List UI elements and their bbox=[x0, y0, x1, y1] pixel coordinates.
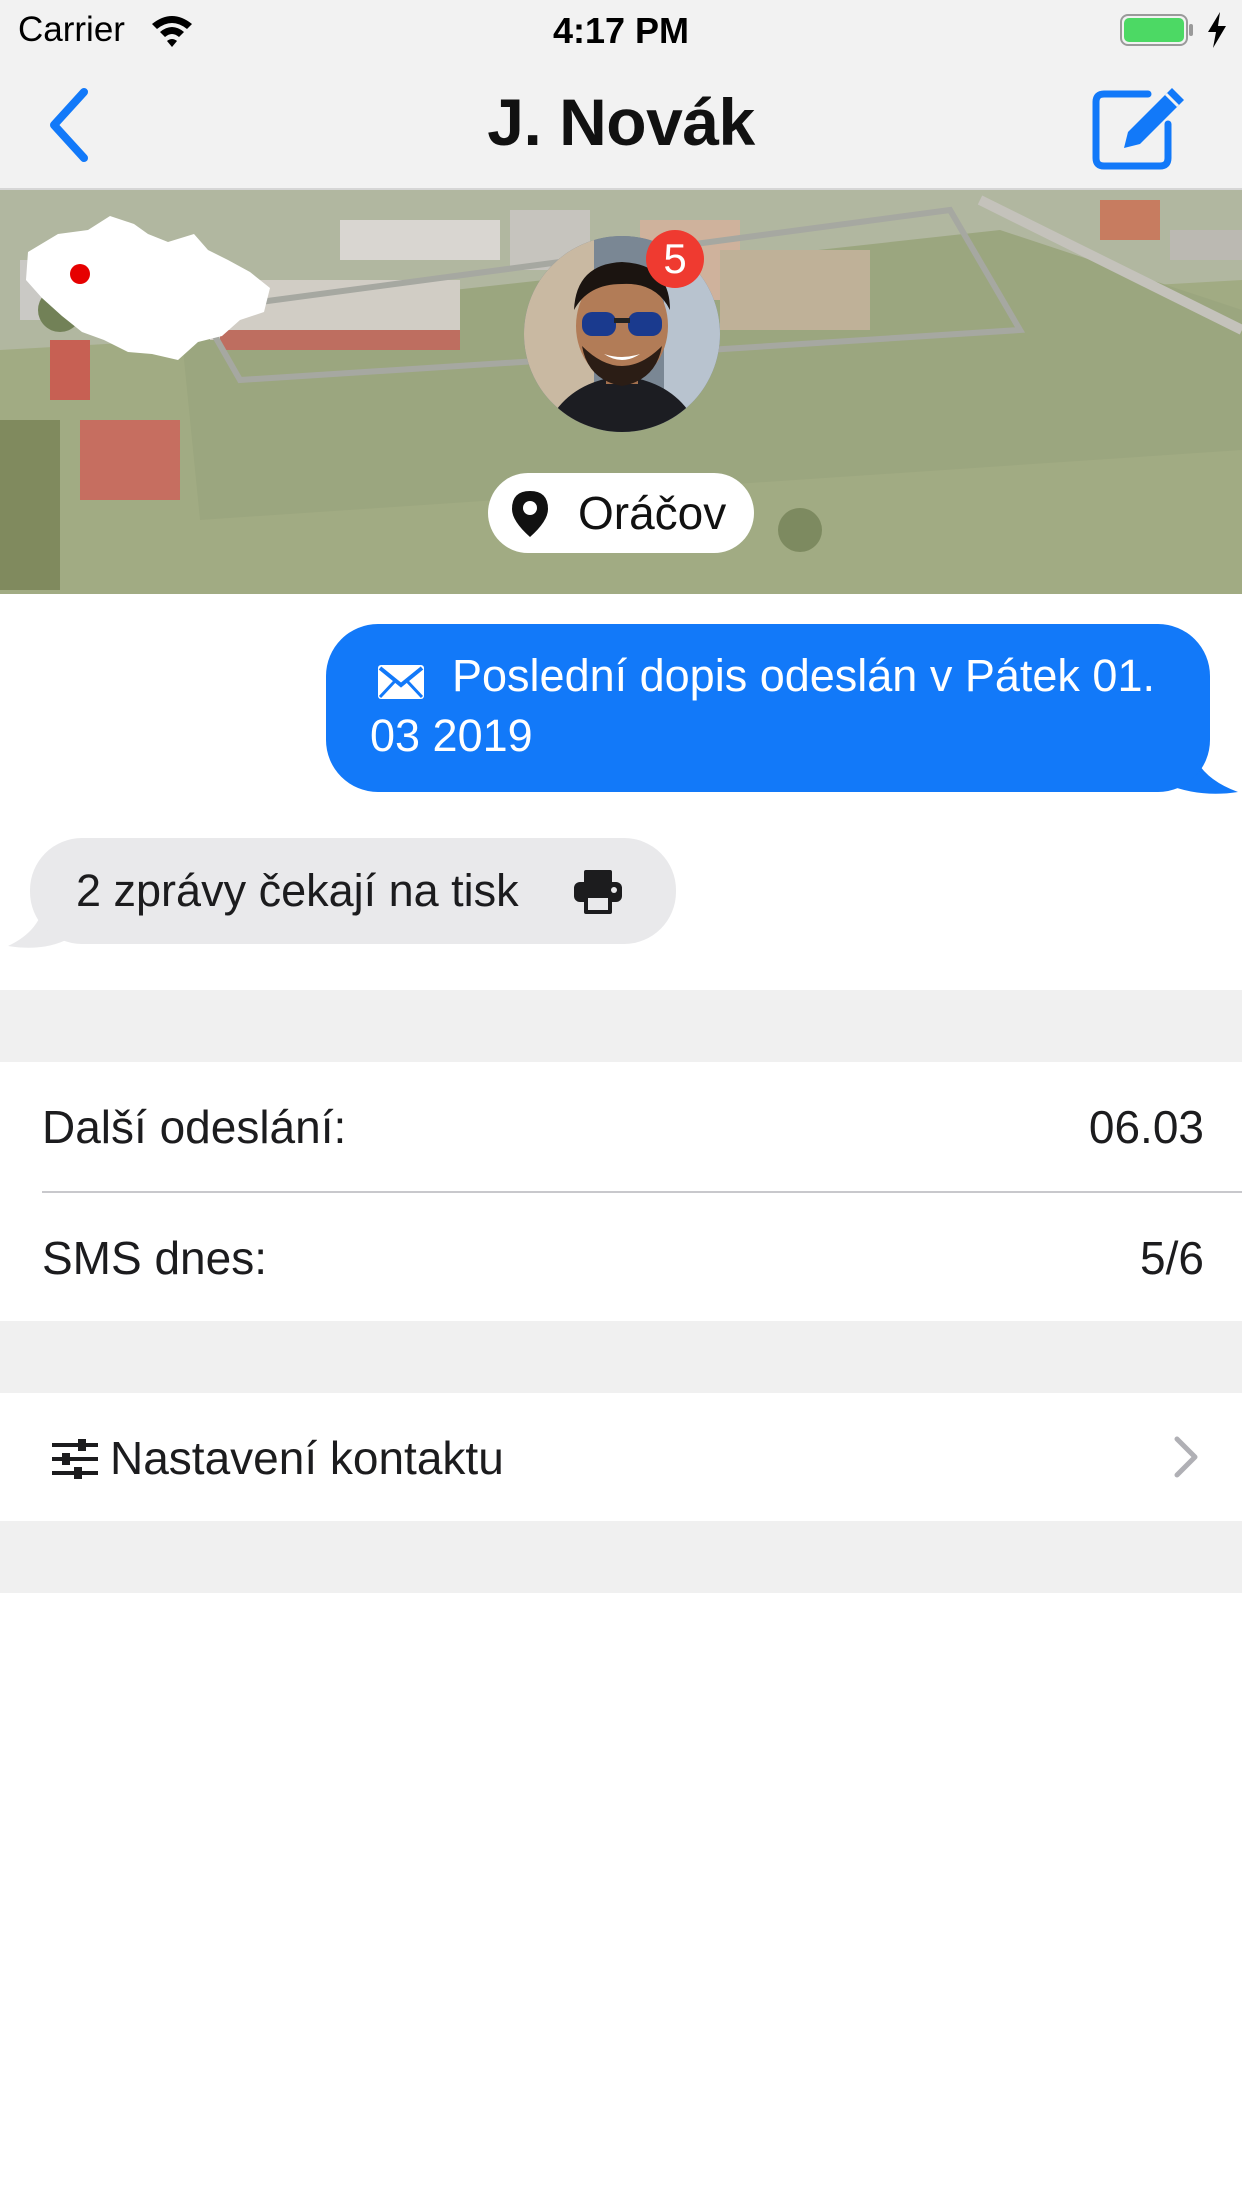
page-title: J. Novák bbox=[487, 85, 755, 159]
last-letter-message[interactable]: Poslední dopis odeslán v Pátek 01. 03 20… bbox=[326, 624, 1210, 792]
printer-icon bbox=[574, 870, 622, 914]
next-send-value: 06.03 bbox=[1088, 1101, 1204, 1153]
map-pin-icon bbox=[512, 491, 548, 537]
location-pill[interactable]: Oráčov bbox=[488, 473, 754, 553]
compose-icon[interactable] bbox=[1090, 82, 1190, 172]
location-header: 5 Oráčov bbox=[0, 190, 1242, 594]
status-time: 4:17 PM bbox=[552, 10, 690, 51]
section-separator bbox=[0, 1321, 1242, 1393]
print-queue-text: 2 zprávy čekají na tisk bbox=[76, 865, 519, 916]
section-separator bbox=[0, 1521, 1242, 1593]
section-separator bbox=[0, 990, 1242, 1062]
battery-icon bbox=[1120, 14, 1193, 46]
next-send-row: Další odeslání: 06.03 bbox=[0, 1062, 1242, 1190]
chevron-right-icon bbox=[1174, 1436, 1198, 1478]
contact-settings-label: Nastavení kontaktu bbox=[110, 1432, 504, 1484]
status-bar: Carrier 4:17 PM bbox=[0, 0, 1242, 60]
navigation-bar: J. Novák bbox=[0, 60, 1242, 190]
last-letter-text: Poslední dopis odeslán v Pátek 01. 03 20… bbox=[370, 650, 1155, 761]
unread-count-badge: 5 bbox=[646, 230, 704, 288]
sliders-icon bbox=[52, 1439, 98, 1479]
print-queue-message[interactable]: 2 zprávy čekají na tisk bbox=[30, 838, 676, 944]
sms-today-value: 5/6 bbox=[1140, 1232, 1204, 1284]
location-name: Oráčov bbox=[578, 487, 727, 539]
sms-today-row: SMS dnes: 5/6 bbox=[0, 1193, 1242, 1321]
sms-today-label: SMS dnes: bbox=[42, 1232, 267, 1284]
czech-map-icon bbox=[26, 216, 270, 360]
charging-icon bbox=[1208, 12, 1226, 48]
contact-settings-row[interactable]: Nastavení kontaktu bbox=[0, 1393, 1242, 1521]
next-send-label: Další odeslání: bbox=[42, 1101, 347, 1153]
